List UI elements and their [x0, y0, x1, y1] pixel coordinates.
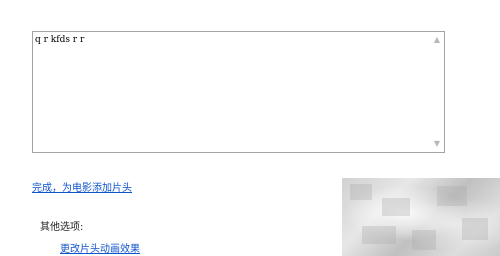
other-options-label: 其他选项: [40, 222, 84, 233]
blur-cell [437, 186, 467, 206]
title-editor-page: q r kfds r r ▲ ▼ 完成，为电影添加片头 其他选项: 更改片头动画… [0, 0, 500, 256]
blur-cell [462, 218, 488, 240]
blur-cell [412, 230, 436, 250]
blur-cell [382, 198, 410, 216]
scroll-down-icon[interactable]: ▼ [432, 139, 442, 149]
blur-cell [362, 226, 396, 244]
blur-cell [350, 184, 372, 200]
scroll-up-icon[interactable]: ▲ [432, 35, 442, 45]
change-title-animation-link[interactable]: 更改片头动画效果 [60, 240, 140, 255]
vertical-scrollbar[interactable]: ▲ ▼ [430, 32, 444, 152]
done-add-title-link[interactable]: 完成，为电影添加片头 [32, 179, 132, 194]
title-text-content: q r kfds r r [35, 35, 85, 45]
blurred-region-overlay [342, 178, 500, 256]
title-text-input[interactable]: q r kfds r r ▲ ▼ [32, 31, 445, 153]
